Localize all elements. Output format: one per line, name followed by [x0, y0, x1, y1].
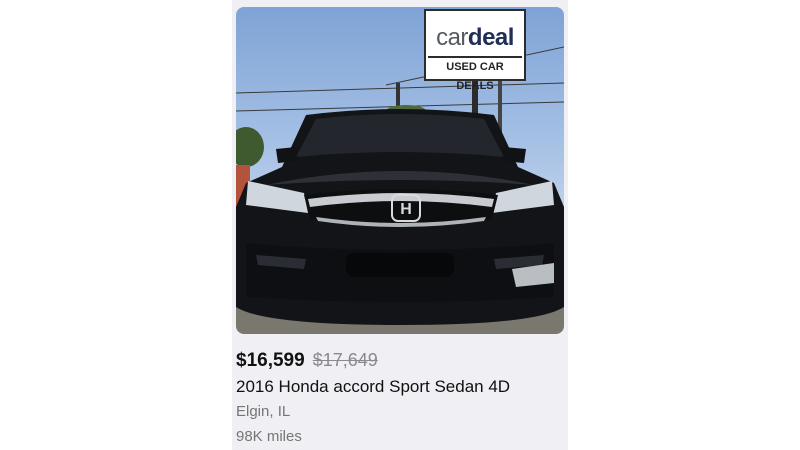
dealer-sign: cardeal USED CAR DEALS [424, 9, 526, 92]
listing-mileage: 98K miles [236, 428, 302, 445]
listing-title[interactable]: 2016 Honda accord Sport Sedan 4D [236, 377, 510, 397]
svg-text:H: H [400, 201, 412, 218]
dealer-sign-brand: cardeal [436, 24, 514, 51]
listing-location: Elgin, IL [236, 403, 291, 420]
price-row: $16,599 $17,649 [236, 350, 378, 374]
listing-original-price: $17,649 [312, 350, 378, 370]
listing-photo[interactable]: H cardeal USED CAR DEALS [236, 7, 564, 334]
listing-card[interactable]: H cardeal USED CAR DEALS $16,599 $17,649… [232, 0, 568, 450]
dealer-sign-subtitle: USED CAR DEALS [428, 56, 522, 92]
listing-price: $16,599 [236, 350, 305, 371]
